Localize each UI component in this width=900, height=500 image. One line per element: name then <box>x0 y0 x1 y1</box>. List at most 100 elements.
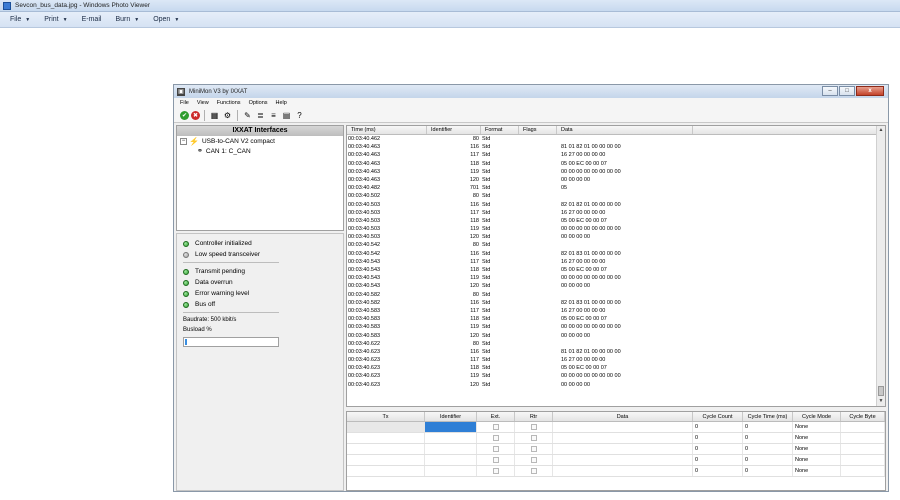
menu-functions[interactable]: Functions <box>217 100 241 106</box>
tx-col-cycle-mode[interactable]: Cycle Mode <box>793 412 841 421</box>
tx-cell[interactable] <box>347 433 425 443</box>
trace-icon[interactable]: ≡ <box>268 110 279 121</box>
tx-cycle-byte[interactable] <box>841 466 885 476</box>
tx-data-cell[interactable] <box>553 422 693 432</box>
tx-cycle-count[interactable]: 0 <box>693 422 743 432</box>
message-row[interactable]: 00:03:40.583 117 Std 16 27 00 00 00 00 <box>347 307 876 315</box>
transmit-row[interactable]: 0 0 None <box>347 444 885 455</box>
tx-col-data[interactable]: Data <box>553 412 693 421</box>
ext-checkbox[interactable] <box>492 446 499 452</box>
pv-menu-print[interactable]: Print ▼ <box>44 16 67 23</box>
tx-col-cycle-count[interactable]: Cycle Count <box>693 412 743 421</box>
tx-col-tx[interactable]: Tx <box>347 412 425 421</box>
tree-channel-node[interactable]: ⚭ CAN 1: C_CAN <box>177 146 343 156</box>
tx-cycle-mode[interactable]: None <box>793 444 841 454</box>
tx-cell[interactable] <box>347 422 425 432</box>
scroll-up-icon[interactable]: ▲ <box>877 126 885 135</box>
tx-identifier-cell[interactable] <box>425 422 477 432</box>
settings-gear-icon[interactable]: ⚙ <box>222 110 233 121</box>
tx-cycle-count[interactable]: 0 <box>693 466 743 476</box>
message-row[interactable]: 00:03:40.503 116 Std 82 01 82 01 00 00 00 0… <box>347 201 876 209</box>
tx-data-cell[interactable] <box>553 444 693 454</box>
message-row[interactable]: 00:03:40.583 120 Std 00 00 00 00 <box>347 332 876 340</box>
menu-options[interactable]: Options <box>249 100 268 106</box>
tx-data-cell[interactable] <box>553 455 693 465</box>
tx-cycle-byte[interactable] <box>841 422 885 432</box>
tx-data-cell[interactable] <box>553 433 693 443</box>
message-row[interactable]: 00:03:40.543 120 Std 00 00 00 00 <box>347 282 876 290</box>
tx-cycle-byte[interactable] <box>841 455 885 465</box>
message-row[interactable]: 00:03:40.623 120 Std 00 00 00 00 <box>347 381 876 389</box>
message-row[interactable]: 00:03:40.502 80 Std <box>347 192 876 200</box>
message-row[interactable]: 00:03:40.463 117 Std 16 27 00 00 00 00 <box>347 151 876 159</box>
ext-checkbox[interactable] <box>492 424 499 430</box>
ext-checkbox[interactable] <box>492 468 499 474</box>
tx-col-identifier[interactable]: Identifier <box>425 412 477 421</box>
col-flags[interactable]: Flags <box>519 126 557 134</box>
message-row[interactable]: 00:03:40.582 116 Std 82 01 83 01 00 00 00 0… <box>347 299 876 307</box>
transmit-row[interactable]: 0 0 None <box>347 433 885 444</box>
rtr-checkbox[interactable] <box>530 424 537 430</box>
menu-file[interactable]: File <box>180 100 189 106</box>
message-row[interactable]: 00:03:40.463 119 Std 00 00 00 00 00 00 00 0… <box>347 168 876 176</box>
tx-cell[interactable] <box>347 466 425 476</box>
tx-identifier-cell[interactable] <box>425 444 477 454</box>
message-row[interactable]: 00:03:40.543 119 Std 00 00 00 00 00 00 00 0… <box>347 274 876 282</box>
tx-cycle-byte[interactable] <box>841 433 885 443</box>
rtr-checkbox[interactable] <box>530 435 537 441</box>
col-time[interactable]: Time (ms) <box>347 126 427 134</box>
tx-cycle-time[interactable]: 0 <box>743 422 793 432</box>
message-row[interactable]: 00:03:40.623 117 Std 16 27 00 00 00 00 <box>347 356 876 364</box>
col-format[interactable]: Format <box>481 126 519 134</box>
message-scrollbar[interactable]: ▲ ▼ <box>876 126 885 406</box>
tx-cycle-count[interactable]: 0 <box>693 444 743 454</box>
rtr-checkbox[interactable] <box>530 468 537 474</box>
message-row[interactable]: 00:03:40.503 117 Std 16 27 00 00 00 00 <box>347 209 876 217</box>
tx-cycle-count[interactable]: 0 <box>693 455 743 465</box>
eraser-icon[interactable]: ✎ <box>242 110 253 121</box>
message-row[interactable]: 00:03:40.623 116 Std 81 01 82 01 00 00 00 0… <box>347 348 876 356</box>
message-row[interactable]: 00:03:40.463 116 Std 81 01 82 01 00 00 00 0… <box>347 143 876 151</box>
rtr-checkbox[interactable] <box>530 457 537 463</box>
tx-cycle-count[interactable]: 0 <box>693 433 743 443</box>
message-row[interactable]: 00:03:40.583 118 Std 05 00 EC 00 00 07 <box>347 315 876 323</box>
scroll-thumb[interactable] <box>878 386 884 396</box>
scroll-down-icon[interactable]: ▼ <box>877 397 885 406</box>
tx-cell[interactable] <box>347 455 425 465</box>
tx-data-cell[interactable] <box>553 466 693 476</box>
tx-cycle-time[interactable]: 0 <box>743 444 793 454</box>
minimize-button[interactable]: – <box>822 86 838 96</box>
tx-cycle-mode[interactable]: None <box>793 422 841 432</box>
message-row[interactable]: 00:03:40.623 119 Std 00 00 00 00 00 00 00 0… <box>347 372 876 380</box>
col-identifier[interactable]: Identifier <box>427 126 481 134</box>
message-row[interactable]: 00:03:40.463 118 Std 05 00 EC 00 00 07 <box>347 160 876 168</box>
message-row[interactable]: 00:03:40.622 80 Std <box>347 340 876 348</box>
message-row[interactable]: 00:03:40.542 80 Std <box>347 241 876 249</box>
menu-view[interactable]: View <box>197 100 209 106</box>
tx-identifier-cell[interactable] <box>425 466 477 476</box>
col-data[interactable]: Data <box>557 126 693 134</box>
pv-menu-file[interactable]: File ▼ <box>10 16 30 23</box>
collapse-icon[interactable]: − <box>180 137 187 145</box>
tx-cycle-time[interactable]: 0 <box>743 455 793 465</box>
grid-icon[interactable]: ▦ <box>209 110 220 121</box>
transmit-row[interactable]: 0 0 None <box>347 422 885 433</box>
start-icon[interactable]: ✔ <box>180 110 189 120</box>
close-button[interactable]: x <box>856 86 884 96</box>
ext-checkbox[interactable] <box>492 457 499 463</box>
transmit-row[interactable]: 0 0 None <box>347 466 885 477</box>
tx-cycle-mode[interactable]: None <box>793 455 841 465</box>
message-row[interactable]: 00:03:40.623 118 Std 05 00 EC 00 00 07 <box>347 364 876 372</box>
tx-identifier-cell[interactable] <box>425 433 477 443</box>
message-row[interactable]: 00:03:40.543 117 Std 16 27 00 00 00 00 <box>347 258 876 266</box>
window-icon[interactable]: ▤ <box>281 110 292 121</box>
tx-cycle-time[interactable]: 0 <box>743 433 793 443</box>
tx-col-ext[interactable]: Ext. <box>477 412 515 421</box>
transmit-row[interactable]: 0 0 None <box>347 455 885 466</box>
message-row[interactable]: 00:03:40.503 118 Std 05 00 EC 00 00 07 <box>347 217 876 225</box>
message-row[interactable]: 00:03:40.482 701 Std 05 <box>347 184 876 192</box>
pv-menu-e-mail[interactable]: E-mail <box>82 16 102 23</box>
rtr-checkbox[interactable] <box>530 446 537 452</box>
message-row[interactable]: 00:03:40.462 80 Std <box>347 135 876 143</box>
tx-cycle-byte[interactable] <box>841 444 885 454</box>
